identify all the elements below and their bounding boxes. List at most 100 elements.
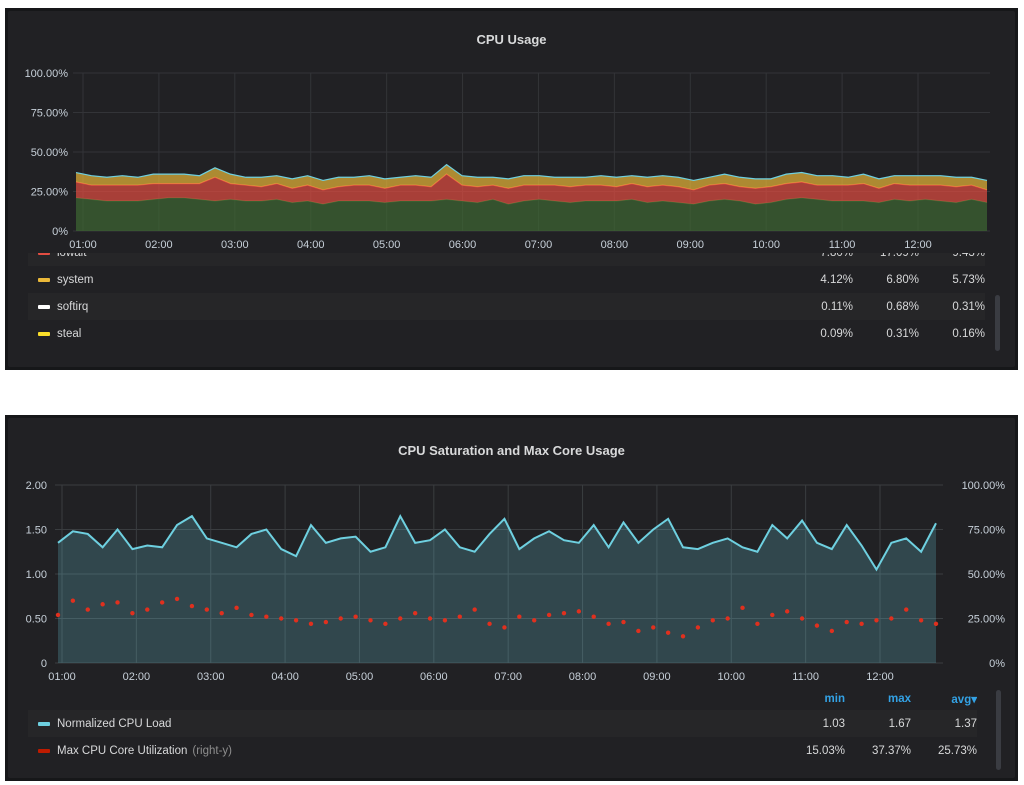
point-max-cpu-core xyxy=(55,612,61,618)
point-max-cpu-core xyxy=(85,607,90,612)
point-max-cpu-core xyxy=(383,621,388,627)
x-tick-label: 07:00 xyxy=(494,671,522,683)
avg-value: 25.73% xyxy=(937,744,977,757)
point-max-cpu-core xyxy=(636,628,641,634)
point-max-cpu-core xyxy=(561,610,567,616)
point-max-cpu-core xyxy=(695,625,701,630)
point-max-cpu-core xyxy=(874,618,879,623)
point-max-cpu-core xyxy=(606,621,611,627)
point-max-cpu-core xyxy=(933,621,939,627)
sort-min[interactable]: min xyxy=(779,693,845,705)
point-max-cpu-core xyxy=(398,616,403,621)
series-color-swatch xyxy=(38,304,50,309)
area-normalized-cpu-load xyxy=(58,516,936,663)
y-tick-label: 0 xyxy=(41,658,47,670)
x-tick-label: 12:00 xyxy=(904,239,932,251)
point-max-cpu-core xyxy=(859,621,864,627)
point-max-cpu-core xyxy=(710,618,715,623)
series-name: system xyxy=(57,273,94,286)
point-max-cpu-core xyxy=(889,616,894,621)
y2-tick-label: 75.00% xyxy=(968,525,1006,537)
series-color-swatch xyxy=(38,721,50,726)
y-tick-label: 1.00 xyxy=(26,569,47,581)
y-tick-label: 25.00% xyxy=(31,187,69,199)
x-tick-label: 09:00 xyxy=(643,671,671,683)
x-tick-label: 10:00 xyxy=(718,671,746,683)
point-max-cpu-core xyxy=(665,630,671,635)
x-tick-label: 03:00 xyxy=(197,671,225,683)
series-color-swatch xyxy=(38,253,50,255)
sort-max[interactable]: max xyxy=(845,693,911,705)
point-max-cpu-core xyxy=(412,610,418,616)
legend-item[interactable]: Max CPU Core Utilization (right-y) 15.03% 3… xyxy=(28,737,977,764)
point-max-cpu-core xyxy=(264,614,269,619)
x-tick-label: 06:00 xyxy=(420,671,448,683)
point-max-cpu-core xyxy=(799,616,805,621)
x-tick-label: 04:00 xyxy=(271,671,299,683)
avg-value: 0.16% xyxy=(952,327,985,340)
legend-item[interactable]: Normalized CPU Load 1.03 1.67 1.37 xyxy=(28,710,977,737)
avg-value: 9.43% xyxy=(919,253,985,259)
x-tick-label: 06:00 xyxy=(449,239,477,251)
x-tick-label: 07:00 xyxy=(525,239,553,251)
legend-item[interactable]: iowait 7.80%17.09%9.43% xyxy=(28,253,985,266)
avg-value: 1.37 xyxy=(954,717,977,730)
cpu-usage-chart[interactable]: 0% 25.00% 50.00% 75.00% 100.00% 01:00 02:00 03:… xyxy=(8,11,1015,256)
point-max-cpu-core xyxy=(651,625,656,630)
point-max-cpu-core xyxy=(904,607,909,612)
min-value: 4.12% xyxy=(820,273,853,286)
point-max-cpu-core xyxy=(517,614,522,619)
legend: min max avg▾ Normalized CPU Load 1.03 1.67… xyxy=(28,688,977,773)
avg-value: 0.31% xyxy=(952,300,985,313)
point-max-cpu-core xyxy=(308,621,314,627)
series-color-swatch xyxy=(38,277,50,282)
max-value: 0.68% xyxy=(886,300,919,313)
point-max-cpu-core xyxy=(249,612,254,618)
point-max-cpu-core xyxy=(115,600,120,605)
point-max-cpu-core xyxy=(130,610,135,616)
series-name: steal xyxy=(57,327,82,340)
x-tick-label: 08:00 xyxy=(601,239,629,251)
point-max-cpu-core xyxy=(502,625,507,630)
axis-note: (right-y) xyxy=(192,744,232,757)
legend-item[interactable]: softirq 0.11% 0.68% 0.31% xyxy=(28,293,985,320)
y2-tick-label: 0% xyxy=(989,658,1005,670)
point-max-cpu-core xyxy=(293,618,299,623)
max-value: 1.67 xyxy=(888,717,911,730)
x-tick-label: 09:00 xyxy=(677,239,705,251)
point-max-cpu-core xyxy=(70,598,76,603)
y2-tick-label: 25.00% xyxy=(968,614,1006,626)
legend-item[interactable]: steal 0.09% 0.31% 0.16% xyxy=(28,320,985,347)
avg-value: 5.73% xyxy=(952,273,985,286)
y-tick-label: 0% xyxy=(52,226,68,238)
series-color-swatch xyxy=(38,748,50,753)
point-max-cpu-core xyxy=(323,619,329,625)
point-max-cpu-core xyxy=(189,603,195,609)
point-max-cpu-core xyxy=(353,614,358,619)
legend-item[interactable]: system 4.12% 6.80% 5.73% xyxy=(28,266,985,293)
point-max-cpu-core xyxy=(457,614,462,619)
point-max-cpu-core xyxy=(844,619,849,625)
point-max-cpu-core xyxy=(621,619,626,625)
point-max-cpu-core xyxy=(680,634,686,639)
min-value: 0.11% xyxy=(821,300,853,313)
y2-tick-label: 50.00% xyxy=(968,569,1006,581)
point-max-cpu-core xyxy=(159,600,165,605)
legend-scrollbar[interactable] xyxy=(995,295,1000,351)
point-max-cpu-core xyxy=(145,607,150,612)
cpu-saturation-panel: CPU Saturation and Max Core Usage 0 0% 0.5… xyxy=(5,415,1018,781)
cpu-saturation-chart[interactable]: 0 0% 0.50 25.00% 1.00 50.00% 1.50 75.00% 2.00 100… xyxy=(8,418,1015,688)
max-value: 37.37% xyxy=(871,744,911,757)
x-tick-label: 10:00 xyxy=(752,239,780,251)
legend-scrollbar[interactable] xyxy=(996,690,1001,770)
point-max-cpu-core xyxy=(100,602,105,607)
series-name: Normalized CPU Load xyxy=(57,717,172,730)
x-tick-label: 04:00 xyxy=(297,239,325,251)
point-max-cpu-core xyxy=(784,609,790,614)
sort-avg[interactable]: avg▾ xyxy=(911,692,977,706)
y-tick-label: 75.00% xyxy=(31,108,69,120)
area-user xyxy=(76,197,987,231)
x-tick-label: 11:00 xyxy=(829,239,856,251)
point-max-cpu-core xyxy=(576,609,582,614)
point-max-cpu-core xyxy=(427,616,433,621)
